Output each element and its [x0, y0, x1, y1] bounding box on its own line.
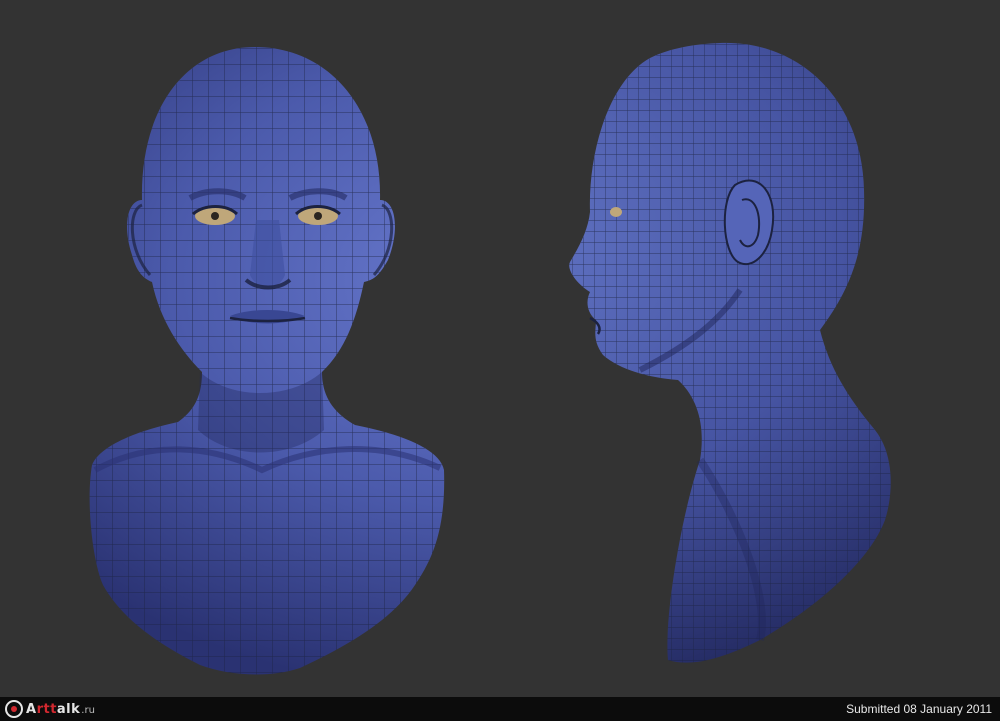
arttalk-logo-icon	[4, 699, 24, 719]
logo-accent: rtt	[36, 701, 57, 717]
artwork-canvas	[0, 0, 1000, 697]
footer-bar: Arttalk .ru Submitted 08 January 2011	[0, 697, 1000, 721]
arttalk-logo[interactable]: Arttalk .ru	[4, 697, 95, 721]
logo-tail: alk	[56, 701, 81, 717]
logo-suffix: .ru	[81, 704, 95, 716]
submitted-date: Submitted 08 January 2011	[846, 702, 992, 716]
logo-prefix: A	[26, 701, 37, 717]
front-view-head-bust	[89, 47, 445, 675]
artwork-image	[89, 42, 891, 675]
